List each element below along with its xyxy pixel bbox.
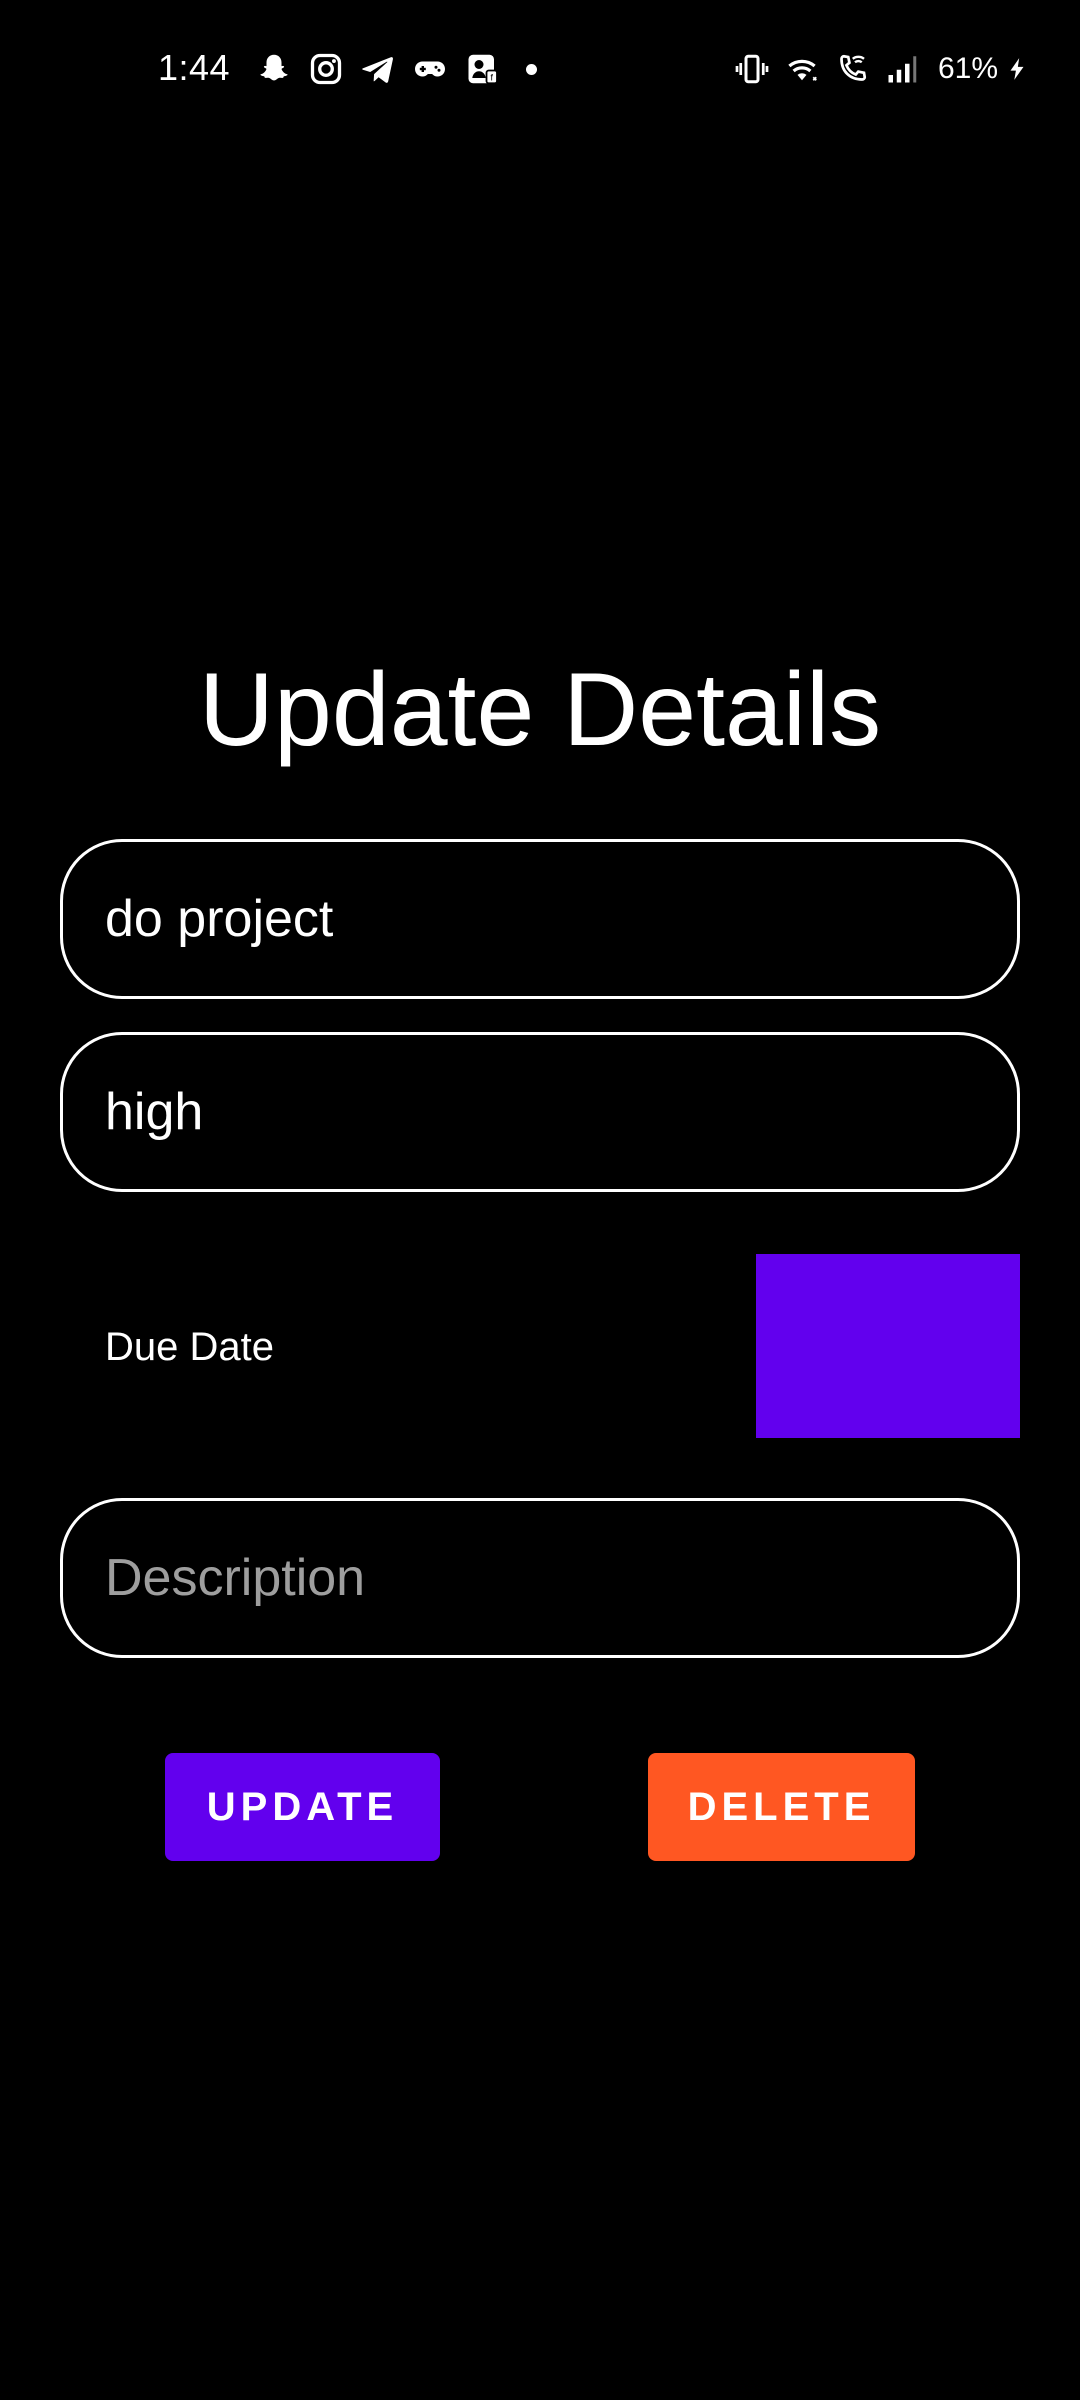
telegram-icon (362, 57, 393, 83)
battery-charging-icon (1010, 58, 1024, 80)
battery-percentage: 61% (938, 52, 999, 85)
status-bar: 1:44 f 61% (0, 0, 1080, 140)
app-notification-icon: f (468, 54, 498, 85)
due-date-label: Due Date (105, 1325, 274, 1369)
signal-icon (888, 56, 917, 83)
update-button[interactable]: UPDATE (165, 1753, 440, 1861)
delete-button[interactable]: DELETE (648, 1753, 915, 1861)
priority-field[interactable] (60, 1032, 1020, 1192)
gamepad-icon (415, 61, 445, 77)
notification-icons: f (256, 49, 537, 89)
task-title-field[interactable] (60, 839, 1020, 999)
page-title: Update Details (198, 652, 882, 768)
more-notifications-dot (526, 63, 537, 75)
description-field[interactable] (60, 1498, 1020, 1658)
vibrate-icon (735, 54, 769, 84)
wifi-icon (788, 59, 817, 81)
system-icons: 61% (734, 49, 1030, 89)
instagram-icon (310, 53, 342, 85)
snapchat-icon (260, 54, 288, 81)
status-time: 1:44 (158, 47, 231, 88)
wifi-calling-icon (840, 54, 867, 81)
due-date-picker-button[interactable] (756, 1254, 1020, 1438)
